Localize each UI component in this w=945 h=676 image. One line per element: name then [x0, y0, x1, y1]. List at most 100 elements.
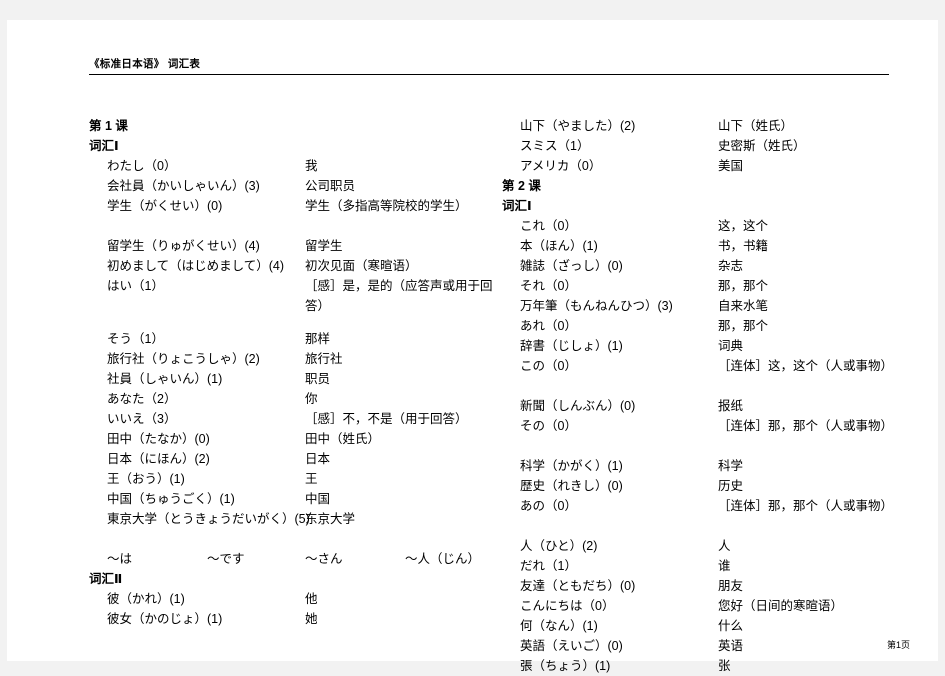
- vocab-term: 山下（やました）(2): [520, 119, 636, 133]
- vocab-term: この（0）: [520, 359, 577, 373]
- page-number: 第1页: [886, 640, 910, 650]
- vocab-term: 本（ほん）(1): [520, 239, 598, 253]
- vocab-gloss: 田中（姓氏）: [305, 432, 381, 446]
- vocab-term: 東京大学（とうきょうだいがく）(5): [107, 512, 310, 526]
- vocab-term: いいえ（3）: [107, 412, 177, 426]
- vocab-term: 張（ちょう）(1): [520, 659, 611, 673]
- vocab-term: そう（1）: [107, 332, 164, 346]
- vocab-term: アメリカ（0）: [520, 159, 602, 173]
- vocab-entry: 人（ひと）(2) 人: [502, 536, 922, 556]
- vocab-entry: それ（0） 那，那个: [502, 276, 922, 296]
- vocab-entry: 旅行社（りょこうしゃ）(2) 旅行社: [89, 349, 509, 369]
- vocab-entry: 万年筆（もんねんひつ）(3) 自来水笔: [502, 296, 922, 316]
- vocab-gloss: 东京大学: [305, 512, 356, 526]
- lesson-heading-1: 第 1 课: [89, 119, 128, 133]
- vocab-entry: わたし（0） 我: [89, 156, 509, 176]
- vocab-entry: 辞書（じしょ）(1) 词典: [502, 336, 922, 356]
- vocab-gloss: ［感］不，不是（用于回答）: [305, 412, 468, 426]
- vocab-gloss: 山下（姓氏）: [718, 119, 794, 133]
- vocab-gloss: 那，那个: [718, 279, 769, 293]
- vocab-gloss: 历史: [718, 479, 744, 493]
- vocab-gloss: 他: [305, 592, 318, 606]
- vocab-gloss: 史密斯（姓氏）: [718, 139, 806, 153]
- vocab-entry: 初めまして（はじめまして）(4) 初次见面（寒暄语）: [89, 256, 509, 276]
- vocab-term: 雑誌（ざっし）(0): [520, 259, 623, 273]
- vocab-entry: はい（1） ［感］是，是的（应答声或用于回答）: [89, 276, 509, 316]
- particle-item: ～さん: [305, 552, 343, 566]
- vocab-term: 人（ひと）(2): [520, 539, 598, 553]
- vocab-gloss: 书，书籍: [718, 239, 769, 253]
- vocab-entry: 日本（にほん）(2) 日本: [89, 449, 509, 469]
- vocab-gloss: ［连体］那，那个（人或事物）: [718, 419, 894, 433]
- vocab-gloss: 自来水笔: [718, 299, 769, 313]
- vocab-entry: 留学生（りゅがくせい）(4) 留学生: [89, 236, 509, 256]
- vocab-term: あなた（2）: [107, 392, 177, 406]
- vocab-entry: あれ（0） 那，那个: [502, 316, 922, 336]
- vocab-gloss: 科学: [718, 459, 744, 473]
- vocab-gloss: 您好（日间的寒暄语）: [718, 599, 844, 613]
- vocab-gloss: 中国: [305, 492, 331, 506]
- vocab-term: 新聞（しんぶん）(0): [520, 399, 636, 413]
- vocab-term: あの（0）: [520, 499, 577, 513]
- vocab-term: 辞書（じしょ）(1): [520, 339, 623, 353]
- vocab-term: 何（なん）(1): [520, 619, 598, 633]
- vocab-entry: 雑誌（ざっし）(0) 杂志: [502, 256, 922, 276]
- vocab-gloss: 杂志: [718, 259, 744, 273]
- vocabulary-columns: 第 1 课词汇Ⅰ わたし（0） 我会社員（かいしゃいん）(3) 公司职员学生（がくせい…: [7, 116, 938, 673]
- vocab-entry: これ（0） 这，这个: [502, 216, 922, 236]
- vocab-entry: 中国（ちゅうごく）(1) 中国: [89, 489, 509, 509]
- vocab-entry: この（0） ［连体］这，这个（人或事物）: [502, 356, 922, 396]
- vocab-entry: 何（なん）(1) 什么: [502, 616, 922, 636]
- vocab-term: 学生（がくせい）(0): [107, 199, 223, 213]
- header-title: 《标准日本语》 词汇表: [89, 58, 201, 70]
- vocab-term: 彼（かれ）(1): [107, 592, 185, 606]
- vocab-gloss: 这，这个: [718, 219, 769, 233]
- page-header: 《标准日本语》 词汇表: [89, 56, 889, 75]
- vocab-gloss: 公司职员: [305, 179, 356, 193]
- vocab-entry: 会社員（かいしゃいん）(3) 公司职员: [89, 176, 509, 196]
- vocab-gloss: 王: [305, 472, 318, 486]
- vocab-gloss: 初次见面（寒暄语）: [305, 259, 418, 273]
- vocab-heading-2: 词汇Ⅱ: [89, 572, 123, 586]
- page-footer: 第1页: [7, 635, 938, 653]
- particle-item: ～は: [107, 552, 133, 566]
- vocab-gloss: ［连体］这，这个（人或事物）: [718, 359, 894, 373]
- vocab-entry: いいえ（3） ［感］不，不是（用于回答）: [89, 409, 509, 429]
- vocab-term: 歴史（れきし）(0): [520, 479, 623, 493]
- vocab-gloss: 她: [305, 612, 318, 626]
- particle-row: ～は ～です ～さん ～人（じん）: [89, 549, 509, 569]
- vocab-entry: 東京大学（とうきょうだいがく）(5) 东京大学: [89, 509, 509, 549]
- vocab-gloss: 张: [718, 659, 731, 673]
- vocab-gloss: 美国: [718, 159, 744, 173]
- vocab-term: わたし（0）: [107, 159, 177, 173]
- vocab-term: その（0）: [520, 419, 577, 433]
- vocab-term: 科学（かがく）(1): [520, 459, 623, 473]
- vocab-term: はい（1）: [107, 279, 164, 293]
- vocab-entry: 社員（しゃいん）(1) 职员: [89, 369, 509, 389]
- vocab-term: 田中（たなか）(0): [107, 432, 210, 446]
- vocab-term: 彼女（かのじょ）(1): [107, 612, 223, 626]
- vocab-term: 社員（しゃいん）(1): [107, 372, 223, 386]
- vocab-heading-1: 词汇Ⅰ: [89, 139, 119, 153]
- vocab-entry: あの（0） ［连体］那，那个（人或事物）: [502, 496, 922, 536]
- particle-item: ～です: [207, 552, 245, 566]
- vocab-entry: 王（おう）(1) 王: [89, 469, 509, 489]
- vocab-gloss: 那，那个: [718, 319, 769, 333]
- vocab-gloss: 学生（多指高等院校的学生）: [305, 199, 468, 213]
- vocab-gloss: 什么: [718, 619, 744, 633]
- vocab-entry: 歴史（れきし）(0) 历史: [502, 476, 922, 496]
- vocab-term: あれ（0）: [520, 319, 577, 333]
- vocab-entry: そう（1） 那样: [89, 329, 509, 349]
- document-page: 《标准日本语》 词汇表 第 1 课词汇Ⅰ わたし（0） 我会社員（かいしゃいん）(3…: [7, 20, 938, 673]
- vocab-gloss: ［感］是，是的（应答声或用于回答）: [305, 279, 493, 313]
- vocab-term: スミス（1）: [520, 139, 590, 153]
- vocab-entry: 本（ほん）(1) 书，书籍: [502, 236, 922, 256]
- vocab-gloss: 词典: [718, 339, 744, 353]
- vocab-entry: その（0） ［连体］那，那个（人或事物）: [502, 416, 922, 456]
- vocab-gloss: 谁: [718, 559, 731, 573]
- vocab-gloss: 你: [305, 392, 318, 406]
- vocab-entry: 彼（かれ）(1) 他: [89, 589, 509, 609]
- vocab-term: 万年筆（もんねんひつ）(3): [520, 299, 673, 313]
- vocab-entry: 田中（たなか）(0) 田中（姓氏）: [89, 429, 509, 449]
- vocab-heading-3: 词汇Ⅰ: [502, 199, 532, 213]
